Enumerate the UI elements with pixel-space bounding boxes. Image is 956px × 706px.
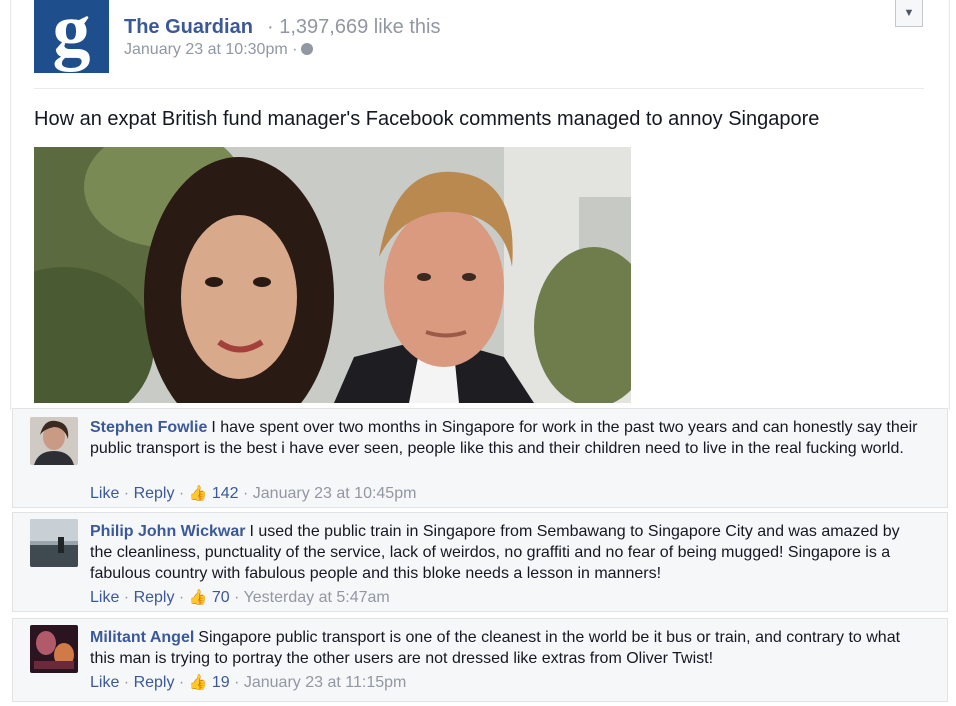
reply-link[interactable]: Reply [134,485,175,502]
header-divider [34,88,924,89]
chevron-down-icon[interactable]: ▼ [895,0,923,27]
comment-actions: Like · Reply · 👍 142 · January 23 at 10:… [90,485,417,502]
post-time-text: January 23 at 10:30pm · [124,41,298,58]
avatar[interactable] [30,625,78,673]
commenter-name[interactable]: Stephen Fowlie [90,419,207,436]
comment-item: Militant Angel Singapore public transport… [12,618,948,702]
comment-body: Philip John Wickwar I used the public tra… [90,521,920,584]
comment-item: Philip John Wickwar I used the public tra… [12,512,948,612]
post-photo[interactable] [34,147,631,403]
logo-letter: g [52,0,91,72]
page-name-link[interactable]: The Guardian [124,16,253,39]
comment-body: Stephen Fowlie I have spent over two mont… [90,417,920,459]
comment-time[interactable]: Yesterday at 5:47am [244,589,390,606]
like-count-link[interactable]: 👍 70 [189,589,230,606]
photo-illustration [34,147,631,403]
like-count: 70 [211,589,230,606]
comment-body: Militant Angel Singapore public transport… [90,627,920,669]
comment-time[interactable]: January 23 at 10:45pm [253,485,417,502]
thumbs-up-icon: 👍 [188,674,208,691]
thumbs-up-icon: 👍 [188,589,208,606]
comment-item: Stephen Fowlie I have spent over two mont… [12,408,948,508]
comment-text: Singapore public transport is one of the… [90,629,901,667]
post-headline: How an expat British fund manager's Face… [34,108,820,130]
comment-text: I have spent over two months in Singapor… [90,419,918,457]
comment-actions: Like · Reply · 👍 19 · January 23 at 11:1… [90,674,407,691]
page-logo[interactable]: g [34,0,109,73]
like-count: 142 [211,485,239,502]
thumbs-up-icon: 👍 [188,485,208,502]
like-link[interactable]: Like [90,674,119,691]
avatar[interactable] [30,519,78,567]
like-count-link[interactable]: 👍 19 [189,674,230,691]
post-timestamp[interactable]: January 23 at 10:30pm · [124,41,314,59]
commenter-name[interactable]: Philip John Wickwar [90,523,245,540]
avatar[interactable] [30,417,78,465]
page-likes-count: · 1,397,669 like this [267,16,441,38]
reply-link[interactable]: Reply [134,589,175,606]
reply-link[interactable]: Reply [134,674,175,691]
like-link[interactable]: Like [90,485,119,502]
comment-time[interactable]: January 23 at 11:15pm [244,674,406,691]
comment-actions: Like · Reply · 👍 70 · Yesterday at 5:47a… [90,589,390,606]
like-count-link[interactable]: 👍 142 [189,485,239,502]
commenter-name[interactable]: Militant Angel [90,629,194,646]
globe-icon [301,43,314,55]
like-link[interactable]: Like [90,589,119,606]
like-count: 19 [211,674,230,691]
